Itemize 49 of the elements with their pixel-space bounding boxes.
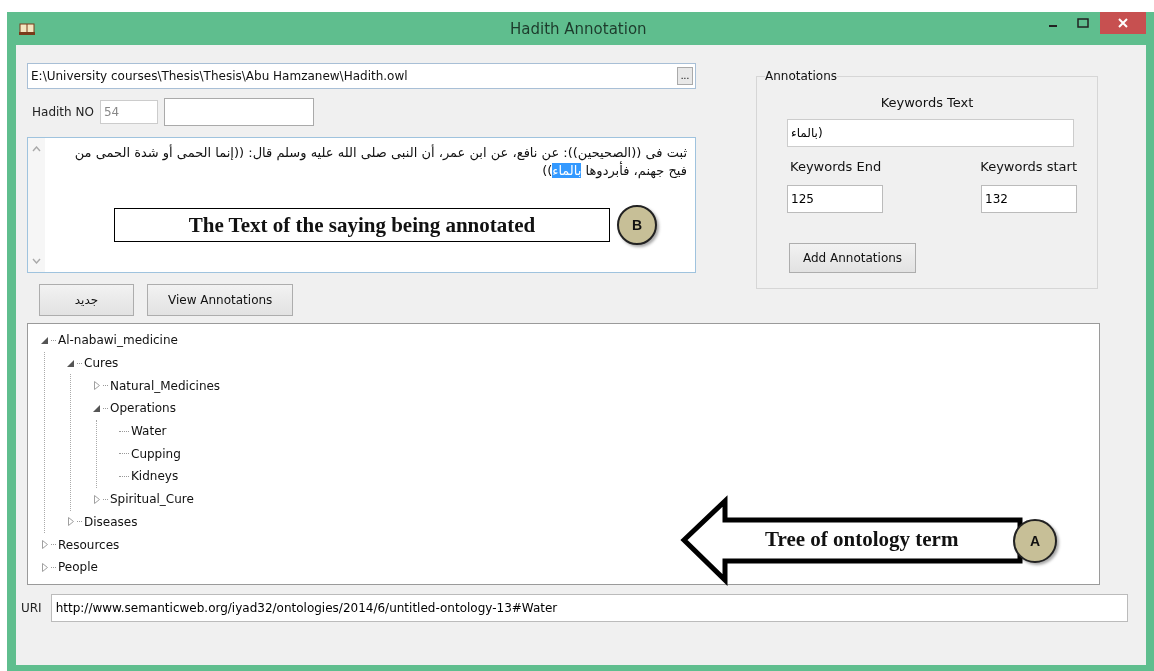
tree-item[interactable]: Cures [84,356,119,371]
tree-item[interactable]: People [58,560,98,575]
tree-item[interactable]: Operations [110,401,176,416]
collapse-triangle-icon[interactable] [41,335,49,345]
keywords-text-field[interactable]: بالماء) [787,119,1074,147]
expand-triangle-icon[interactable] [67,517,75,527]
tree-item[interactable]: Resources [58,537,120,552]
hadith-number-field[interactable]: 54 [99,100,158,124]
expand-triangle-icon[interactable] [93,381,101,391]
hadith-no-label: Hadith NO [32,105,94,119]
tree-item[interactable]: Cupping [131,446,181,461]
collapse-triangle-icon[interactable] [93,403,101,413]
group-title: Annotations [765,69,838,83]
minimize-icon [1049,25,1057,27]
callout-badge: A [1013,519,1057,563]
scroll-up-icon[interactable] [32,146,41,152]
expand-triangle-icon[interactable] [41,540,49,550]
tree-item[interactable]: Natural_Medicines [110,378,221,393]
maximize-icon [1077,18,1089,28]
collapse-triangle-icon[interactable] [67,358,75,368]
keywords-end-label: Keywords End [790,159,883,174]
callout-box: The Text of the saying being annotated [114,208,610,242]
close-icon [1118,18,1128,28]
browse-button[interactable]: ... [677,67,693,85]
add-annotations-button[interactable]: Add Annotations [789,243,917,273]
callout-badge: B [617,205,657,245]
keywords-text-label: Keywords Text [879,95,975,110]
text-field[interactable] [163,98,314,126]
close-button[interactable] [1100,12,1146,34]
tree-item[interactable]: Al-nabawi_medicine [58,333,178,348]
tree-item[interactable]: Kidneys [131,469,179,484]
keywords-end-field[interactable]: 125 [787,185,883,213]
scrollbar[interactable] [28,138,45,272]
expand-triangle-icon[interactable] [93,494,101,504]
new-button[interactable]: جديد [39,284,134,316]
keywords-start-label: Keywords start [980,159,1077,174]
keywords-start-field[interactable]: 132 [981,185,1077,213]
window-title: Hadith Annotation [510,19,647,38]
uri-label: URI [21,601,42,615]
book-icon [19,22,35,35]
tree-item[interactable]: Diseases [84,514,138,529]
uri-field[interactable]: http://www.semanticweb.org/iyad32/ontologies/2014/6/untitled-ontology-13#Water [50,594,1128,622]
scroll-down-icon[interactable] [32,258,41,264]
tree-item[interactable]: Spiritual_Cure [110,492,194,507]
view-annotations-button[interactable]: View Annotations [147,284,294,316]
file-path-field[interactable]: E:\University courses\Thesis\Thesis\Abu Hamzanew\Hadith.owl ... [27,63,696,89]
callout-text: Tree of ontology term [765,527,959,552]
expand-triangle-icon[interactable] [41,562,49,572]
tree-item[interactable]: Water [131,424,167,439]
